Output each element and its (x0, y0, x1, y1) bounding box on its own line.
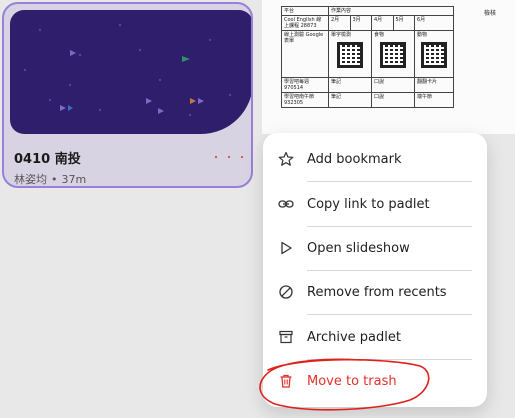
open-slideshow-menu-item[interactable]: Open slideshow (263, 226, 487, 270)
menu-item-label: Open slideshow (307, 240, 410, 256)
remove-from-recents-menu-item[interactable]: Remove from recents (263, 270, 487, 314)
more-dot-icon (215, 156, 217, 158)
doc-cell: 學習吧南午節 932305 (281, 92, 329, 108)
menu-item-label: Archive padlet (307, 329, 401, 345)
menu-item-label: Add bookmark (307, 151, 402, 167)
doc-cell: 3月 (349, 15, 372, 31)
document-preview-card[interactable]: 平台 作業內容 Cool English 線上課程 28873 2月 3月 4月… (262, 0, 515, 134)
trash-icon (277, 372, 295, 390)
menu-item-label: Move to trash (307, 373, 397, 389)
move-to-trash-menu-item[interactable]: Move to trash (263, 359, 487, 403)
doc-check-header: 檢核 (484, 10, 497, 17)
author-name: 林姿均 (14, 173, 47, 186)
menu-item-label: Copy link to padlet (307, 196, 430, 212)
qr-code-icon (380, 42, 406, 68)
context-menu: Add bookmark Copy link to padlet Open sl… (263, 133, 487, 407)
more-dot-icon (228, 156, 230, 158)
doc-cell: 筆記 (328, 77, 372, 93)
doc-cell: 2月 (328, 15, 351, 31)
doc-cell: 5月 (392, 15, 415, 31)
link-icon (277, 195, 295, 213)
doc-cell-label: 食物 (374, 32, 385, 38)
doc-cell: 6月 (414, 15, 454, 31)
doc-cell: 口說 (371, 77, 415, 93)
add-bookmark-menu-item[interactable]: Add bookmark (263, 137, 487, 181)
doc-cell: Cool English 線上課程 28873 (281, 15, 329, 31)
doc-cell-label: 單字檢測 (331, 32, 352, 38)
star-icon (277, 150, 295, 168)
doc-cell: 學習吧每週 970514 (281, 77, 329, 93)
menu-item-label: Remove from recents (307, 284, 447, 300)
remove-circle-icon (277, 283, 295, 301)
meta-separator: • (51, 173, 58, 186)
doc-cell: 翻翻卡片 (414, 77, 454, 93)
padlet-card[interactable]: 0410 南投 林姿均 • 37m (2, 2, 253, 188)
doc-table: 平台 作業內容 Cool English 線上課程 28873 2月 3月 4月… (281, 6, 454, 108)
doc-cell: 筆記 (328, 92, 372, 108)
padlet-thumbnail (10, 10, 251, 134)
padlet-title[interactable]: 0410 南投 (14, 148, 81, 167)
doc-cell: 線上測驗 Google 表單 (281, 30, 329, 78)
qr-code-icon (421, 42, 447, 68)
doc-cell: 動物 (414, 30, 454, 78)
qr-code-icon (337, 42, 363, 68)
play-icon (277, 239, 295, 257)
doc-cell-label: 動物 (417, 32, 428, 38)
more-options-button[interactable] (215, 150, 243, 164)
archive-icon (277, 328, 295, 346)
doc-cell: 口說 (371, 92, 415, 108)
doc-cell: 4月 (371, 15, 394, 31)
doc-cell: 平台 (281, 6, 329, 16)
timestamp: 37m (61, 173, 87, 186)
doc-cell: 端午節 (414, 92, 454, 108)
padlet-meta: 林姿均 • 37m (14, 171, 87, 186)
copy-link-menu-item[interactable]: Copy link to padlet (263, 182, 487, 226)
doc-cell: 單字檢測 (328, 30, 372, 78)
more-dot-icon (241, 156, 243, 158)
doc-cell: 作業內容 (328, 6, 454, 16)
archive-padlet-menu-item[interactable]: Archive padlet (263, 315, 487, 359)
doc-cell: 食物 (371, 30, 415, 78)
